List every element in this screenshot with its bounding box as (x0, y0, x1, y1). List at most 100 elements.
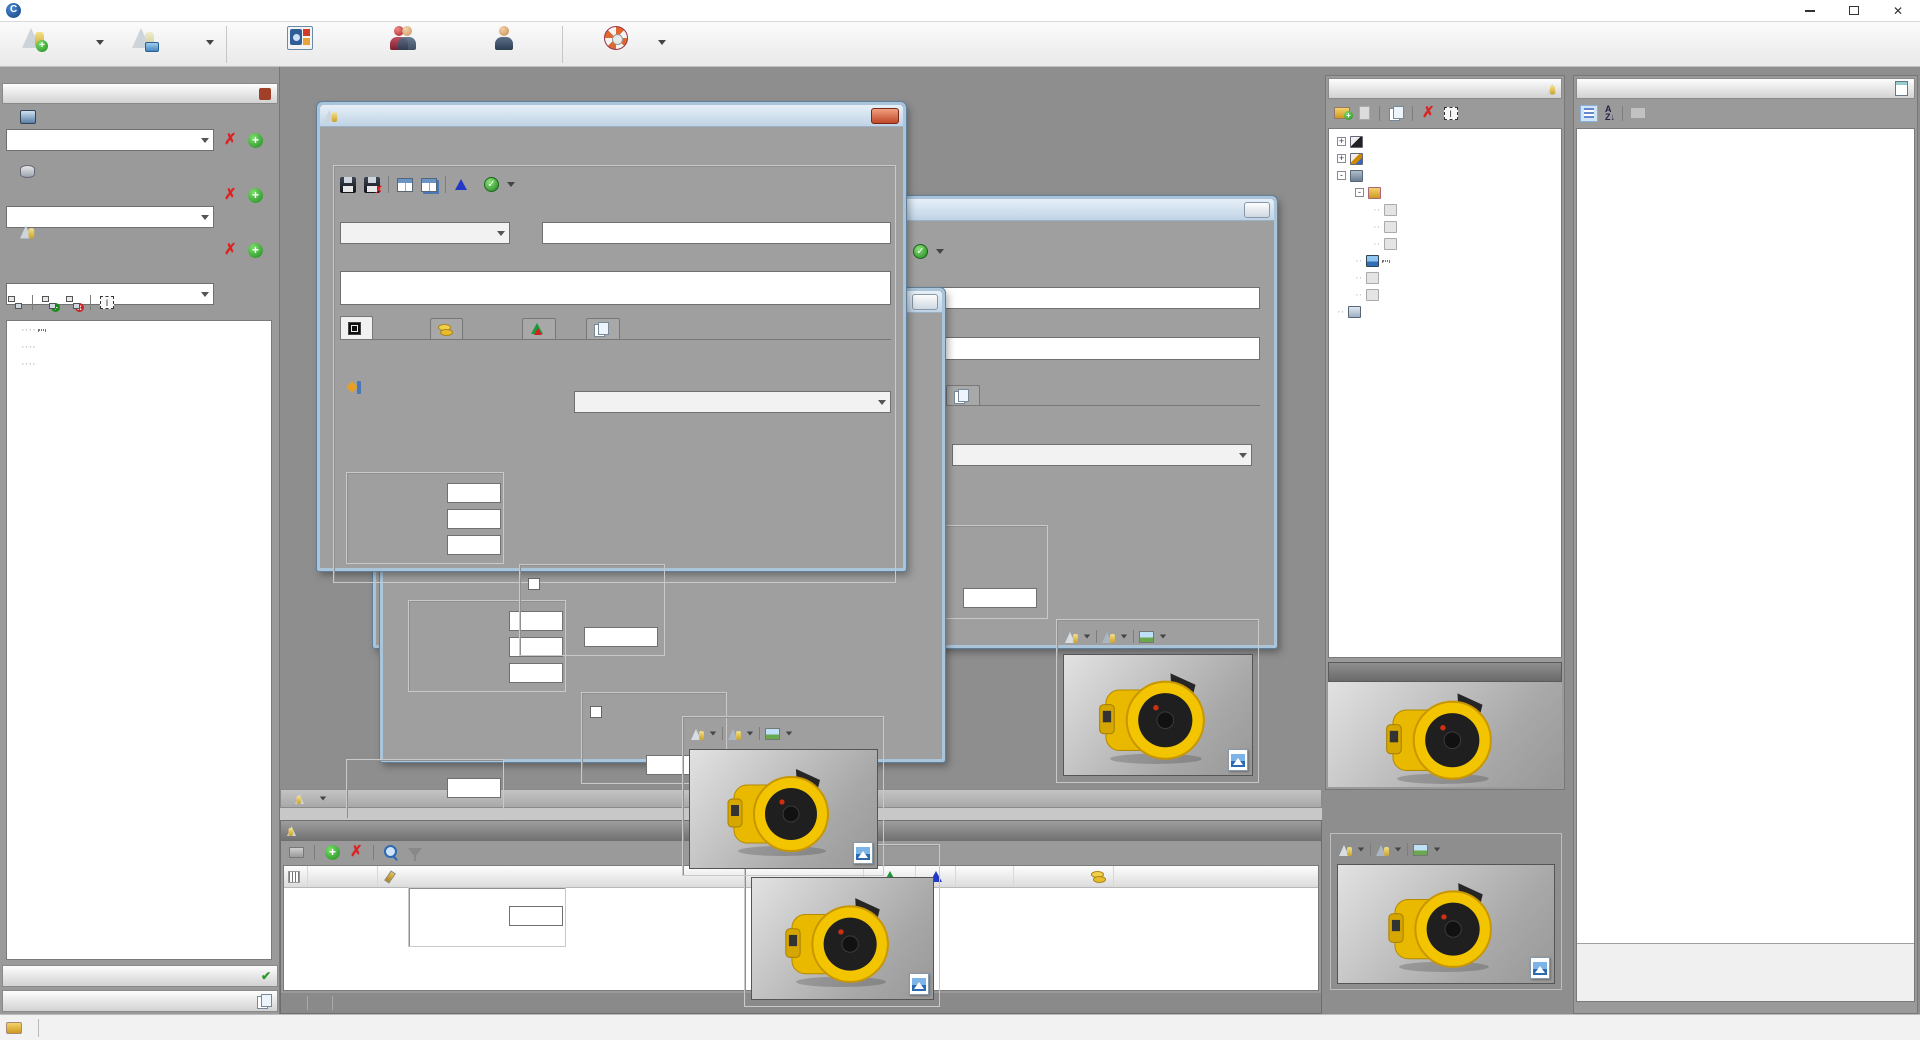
open-dropdown[interactable] (206, 40, 214, 45)
filter-icon[interactable] (408, 848, 422, 857)
manufacturers-button[interactable] (246, 24, 354, 65)
rename-icon[interactable]: I (1444, 107, 1458, 120)
manufacturer-select[interactable] (6, 129, 214, 151)
new-button[interactable]: + (18, 24, 48, 65)
open-product-icon[interactable] (289, 847, 304, 858)
dialog-front-titlebar[interactable] (320, 105, 903, 127)
database-delete-icon[interactable]: ✗ (224, 188, 237, 202)
preview-image-icon[interactable] (1139, 631, 1154, 643)
help-button[interactable] (588, 24, 644, 65)
delete-product-icon[interactable]: ✗ (350, 845, 363, 859)
manufacturer-delete-icon[interactable]: ✗ (224, 133, 237, 147)
preview-3d-icon[interactable] (1376, 843, 1389, 856)
collapse-icon[interactable]: - (1355, 188, 1364, 197)
group-field[interactable] (542, 222, 891, 244)
image-file-icon[interactable] (909, 973, 929, 995)
close-button[interactable]: ✕ (1876, 0, 1920, 21)
preview-image-icon[interactable] (1413, 844, 1428, 856)
subassembly-dropdown[interactable] (507, 182, 515, 187)
add-product-icon[interactable]: + (325, 845, 340, 860)
organizer-item-9000[interactable]: ···· (7, 355, 271, 372)
organizer-item-5000[interactable]: ···· (7, 338, 271, 355)
dialog-front-close-button[interactable] (871, 108, 899, 124)
tree-item-vhn4415-jpg[interactable]: ·· (1329, 252, 1561, 269)
tree-item-3d[interactable]: + (1329, 150, 1561, 167)
description-field[interactable] (340, 271, 891, 305)
dialog-back-close-button[interactable] (1244, 202, 1270, 218)
back-subassembly-dropdown[interactable] (936, 249, 944, 254)
organizer-tree-icon[interactable] (8, 296, 23, 309)
back-tab-documents[interactable] (946, 385, 980, 406)
length-input[interactable] (447, 509, 501, 529)
property-pages-icon[interactable] (1630, 107, 1646, 119)
back-group-field[interactable] (908, 287, 1260, 309)
tree-item-1400-jpg[interactable]: ·· (1329, 201, 1561, 218)
properties-header[interactable] (1576, 78, 1915, 99)
products-catalog-header[interactable] (2, 83, 278, 104)
image-file-icon[interactable] (1530, 957, 1550, 979)
organizer-delete-node-icon[interactable]: x (66, 296, 81, 309)
file-preview-image[interactable] (1328, 682, 1562, 787)
back-preview-image[interactable] (1063, 654, 1253, 776)
maximize-button[interactable] (1832, 0, 1876, 21)
minimize-button[interactable] (1788, 0, 1832, 21)
middle-preview-image[interactable] (751, 877, 934, 1000)
customers-button[interactable] (462, 24, 546, 65)
organizer-add-node-icon[interactable]: + (42, 296, 57, 309)
column-stock[interactable] (956, 866, 1014, 887)
manufacturer-add-icon[interactable]: + (248, 133, 263, 148)
organizer-rename-icon[interactable]: I (100, 296, 114, 309)
collapse-icon[interactable]: - (1337, 171, 1346, 180)
preview-2d-icon[interactable] (1339, 843, 1352, 856)
front-preview-image[interactable] (689, 749, 878, 869)
help-dropdown[interactable] (658, 40, 666, 45)
column-product[interactable] (308, 866, 378, 887)
dialog-middle-close-button[interactable] (912, 294, 938, 310)
active-window-dropdown[interactable] (320, 797, 326, 801)
tree-item-img[interactable]: - (1329, 167, 1561, 184)
product-line-add-icon[interactable]: + (248, 243, 263, 258)
height-input[interactable] (447, 535, 501, 555)
image-file-icon[interactable] (853, 842, 873, 864)
tab-parts[interactable] (522, 318, 556, 339)
bottom-preview-image[interactable] (1337, 864, 1555, 984)
back-subassembly-ok-icon[interactable]: ✓ (913, 244, 928, 259)
preview-image-icon[interactable] (765, 728, 780, 740)
categorized-view-icon[interactable] (1580, 105, 1598, 122)
tree-item-views[interactable]: ·· (1329, 303, 1561, 320)
width-input[interactable] (447, 483, 501, 503)
search-icon[interactable] (384, 845, 398, 859)
blocks-directory-select[interactable] (574, 391, 891, 413)
expand-icon[interactable]: + (1337, 154, 1346, 163)
preview-3d-icon[interactable] (1102, 630, 1115, 643)
tab-quotation[interactable] (430, 318, 463, 339)
subassembly-ok-icon[interactable]: ✓ (484, 177, 499, 192)
tree-item-reels[interactable]: - (1329, 184, 1561, 201)
tree-item-vhn9004-jpg[interactable]: ·· (1329, 286, 1561, 303)
middle-height-input[interactable] (509, 663, 563, 683)
suppliers-button[interactable] (362, 24, 442, 65)
preview-2d-icon[interactable] (1065, 630, 1078, 643)
back-weight-input[interactable] (963, 588, 1037, 608)
tree-item-2d[interactable]: + (1329, 133, 1561, 150)
save-icon[interactable] (340, 177, 356, 193)
tree-item-1700-jpg[interactable]: ·· (1329, 218, 1561, 235)
column-base-price[interactable] (1014, 866, 1114, 887)
tab-documents[interactable] (586, 318, 620, 339)
middle-weight-checkbox[interactable] (590, 706, 602, 718)
middle-quantity-input[interactable] (509, 906, 563, 926)
back-description-field[interactable] (908, 337, 1260, 360)
column-icon[interactable] (284, 866, 308, 887)
save-close-icon[interactable]: ✗ (364, 177, 380, 193)
quantity-input[interactable] (447, 778, 501, 798)
datasheet-icon[interactable] (397, 178, 413, 192)
my-documents-bar[interactable] (2, 990, 278, 1012)
organizer-item-4000[interactable]: ···· (7, 321, 271, 338)
tree-item-9000-jpg[interactable]: ·· (1329, 235, 1561, 252)
weight-sum-checkbox[interactable] (528, 578, 540, 590)
insertion-type-select[interactable] (340, 222, 510, 244)
parts-catalog-bar[interactable]: ✔ (2, 965, 278, 987)
copy-icon[interactable] (1389, 106, 1403, 120)
image-file-icon[interactable] (1228, 749, 1248, 771)
new-dropdown[interactable] (96, 40, 104, 45)
